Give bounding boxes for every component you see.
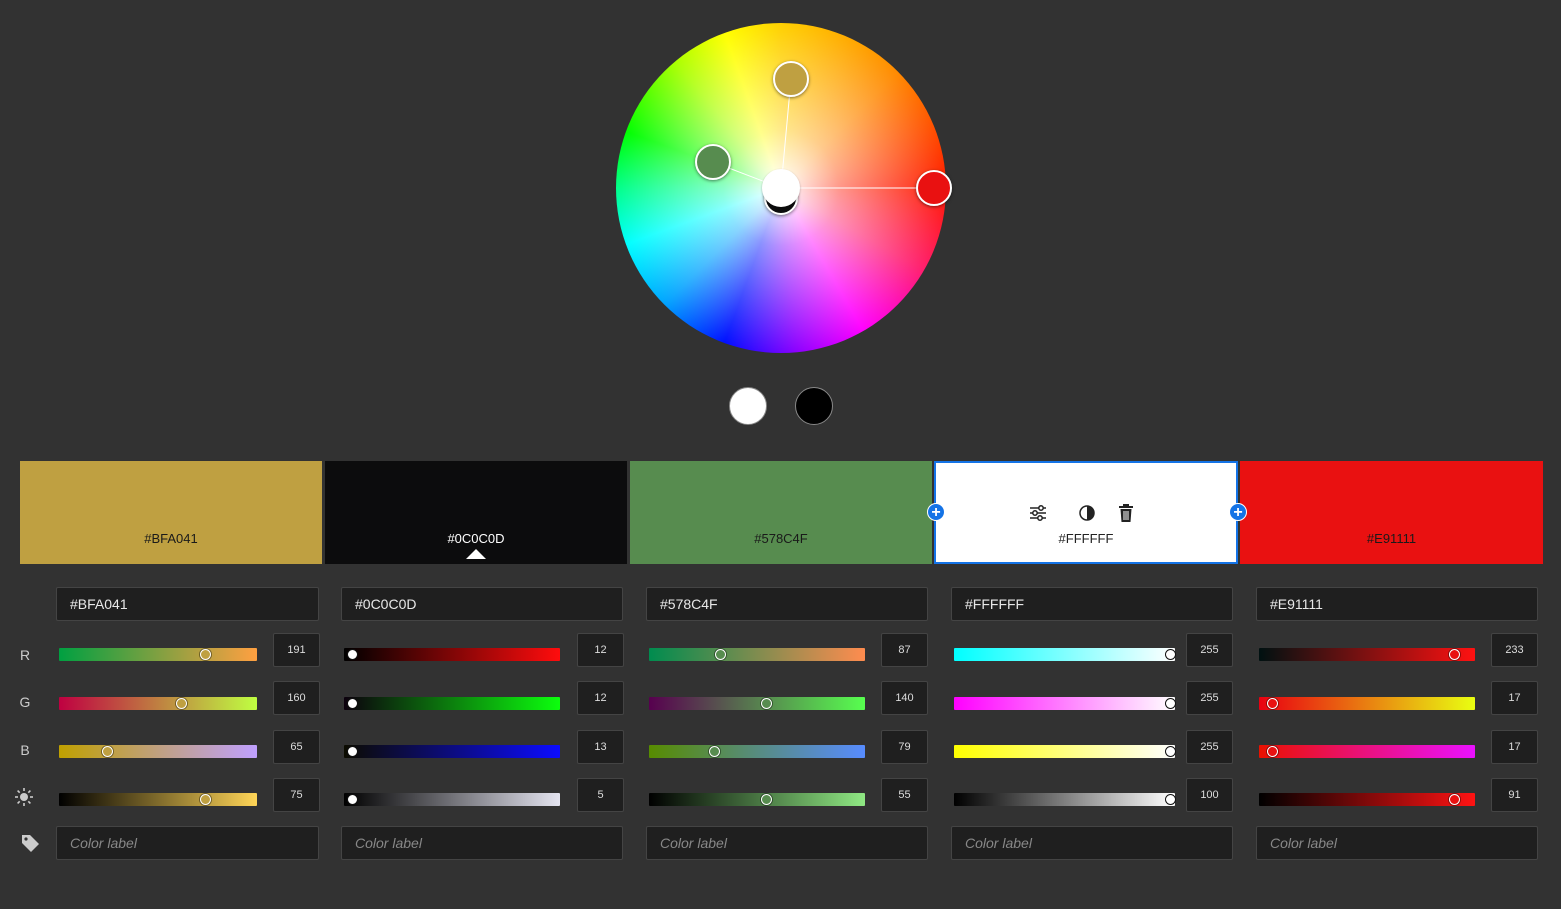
r-slider-thumb[interactable] — [200, 649, 211, 660]
b-slider-2[interactable] — [344, 745, 560, 758]
b-value-1[interactable]: 65 — [273, 730, 320, 764]
r-slider-2[interactable] — [344, 648, 560, 661]
hex-input-2[interactable]: #0C0C0D — [341, 587, 623, 621]
r-slider-4[interactable] — [954, 648, 1176, 661]
b-slider-thumb[interactable] — [347, 746, 358, 757]
color-label-input-4[interactable]: Color label — [951, 826, 1233, 860]
wheel-handle-white[interactable] — [762, 169, 800, 207]
brightness-icon — [14, 787, 34, 812]
r-value-2[interactable]: 12 — [577, 633, 624, 667]
base-color-caret-icon — [466, 549, 486, 559]
r-slider-thumb[interactable] — [347, 649, 358, 660]
b-slider-4[interactable] — [954, 745, 1176, 758]
color-swatch-5[interactable]: #E91111 — [1240, 461, 1543, 564]
color-label-input-3[interactable]: Color label — [646, 826, 928, 860]
b-slider-thumb[interactable] — [709, 746, 720, 757]
b-value-5[interactable]: 17 — [1491, 730, 1538, 764]
trash-icon[interactable] — [1114, 501, 1138, 525]
white-preset-swatch[interactable] — [729, 387, 767, 425]
g-slider-5[interactable] — [1259, 697, 1475, 710]
b-slider-1[interactable] — [59, 745, 257, 758]
row-label-g: G — [19, 694, 31, 710]
wheel-handle-green[interactable] — [695, 144, 731, 180]
g-slider-thumb[interactable] — [1165, 698, 1176, 709]
swatch-toolbar — [1026, 501, 1140, 525]
b-slider-thumb[interactable] — [102, 746, 113, 757]
g-value-4[interactable]: 255 — [1186, 681, 1233, 715]
add-color-left-icon[interactable]: + — [927, 503, 945, 521]
row-label-r: R — [19, 647, 31, 663]
color-label-input-1[interactable]: Color label — [56, 826, 319, 860]
g-slider-2[interactable] — [344, 697, 560, 710]
r-slider-1[interactable] — [59, 648, 257, 661]
row-label-b: B — [20, 742, 30, 758]
b-slider-thumb[interactable] — [1267, 746, 1278, 757]
brightness-value-3[interactable]: 55 — [881, 778, 928, 812]
g-slider-thumb[interactable] — [1267, 698, 1278, 709]
sliders-icon[interactable] — [1026, 501, 1050, 525]
add-color-right-icon[interactable]: + — [1229, 503, 1247, 521]
brightness-slider-4[interactable] — [954, 793, 1176, 806]
g-slider-thumb[interactable] — [176, 698, 187, 709]
r-slider-thumb[interactable] — [1165, 649, 1176, 660]
wheel-handle-gold[interactable] — [773, 61, 809, 97]
color-swatch-1[interactable]: #BFA041 — [20, 461, 322, 564]
b-slider-3[interactable] — [649, 745, 865, 758]
black-preset-swatch[interactable] — [795, 387, 833, 425]
brightness-slider-1[interactable] — [59, 793, 257, 806]
swatch-hex-label: #578C4F — [754, 531, 808, 546]
brightness-slider-thumb[interactable] — [761, 794, 772, 805]
color-label-input-2[interactable]: Color label — [341, 826, 623, 860]
swatch-hex-label: #BFA041 — [144, 531, 198, 546]
hex-input-4[interactable]: #FFFFFF — [951, 587, 1233, 621]
b-slider-5[interactable] — [1259, 745, 1475, 758]
b-value-2[interactable]: 13 — [577, 730, 624, 764]
r-value-3[interactable]: 87 — [881, 633, 928, 667]
r-slider-thumb[interactable] — [1449, 649, 1460, 660]
color-label-input-5[interactable]: Color label — [1256, 826, 1538, 860]
hex-input-5[interactable]: #E91111 — [1256, 587, 1538, 621]
brightness-slider-thumb[interactable] — [347, 794, 358, 805]
hex-input-3[interactable]: #578C4F — [646, 587, 928, 621]
brightness-value-4[interactable]: 100 — [1186, 778, 1233, 812]
g-slider-4[interactable] — [954, 697, 1176, 710]
swatch-hex-label: #0C0C0D — [447, 531, 505, 546]
brightness-slider-thumb[interactable] — [200, 794, 211, 805]
g-slider-1[interactable] — [59, 697, 257, 710]
brightness-slider-thumb[interactable] — [1165, 794, 1176, 805]
g-value-5[interactable]: 17 — [1491, 681, 1538, 715]
wheel-handle-red[interactable] — [916, 170, 952, 206]
g-value-1[interactable]: 160 — [273, 681, 320, 715]
contrast-icon[interactable] — [1075, 501, 1099, 525]
brightness-value-1[interactable]: 75 — [273, 778, 320, 812]
r-value-1[interactable]: 191 — [273, 633, 320, 667]
hex-input-1[interactable]: #BFA041 — [56, 587, 319, 621]
color-swatch-3[interactable]: #578C4F — [630, 461, 932, 564]
brightness-slider-2[interactable] — [344, 793, 560, 806]
brightness-slider-5[interactable] — [1259, 793, 1475, 806]
brightness-slider-thumb[interactable] — [1449, 794, 1460, 805]
r-slider-thumb[interactable] — [715, 649, 726, 660]
g-slider-thumb[interactable] — [347, 698, 358, 709]
tag-icon — [20, 833, 40, 858]
swatch-hex-label: #E91111 — [1366, 531, 1417, 546]
swatch-hex-label: #FFFFFF — [1058, 531, 1114, 546]
r-value-4[interactable]: 255 — [1186, 633, 1233, 667]
brightness-slider-3[interactable] — [649, 793, 865, 806]
g-slider-3[interactable] — [649, 697, 865, 710]
color-wheel[interactable] — [616, 23, 952, 353]
g-slider-thumb[interactable] — [761, 698, 772, 709]
brightness-value-2[interactable]: 5 — [577, 778, 624, 812]
r-value-5[interactable]: 233 — [1491, 633, 1538, 667]
g-value-2[interactable]: 12 — [577, 681, 624, 715]
r-slider-3[interactable] — [649, 648, 865, 661]
b-slider-thumb[interactable] — [1165, 746, 1176, 757]
b-value-4[interactable]: 255 — [1186, 730, 1233, 764]
b-value-3[interactable]: 79 — [881, 730, 928, 764]
r-slider-5[interactable] — [1259, 648, 1475, 661]
brightness-value-5[interactable]: 91 — [1491, 778, 1538, 812]
g-value-3[interactable]: 140 — [881, 681, 928, 715]
